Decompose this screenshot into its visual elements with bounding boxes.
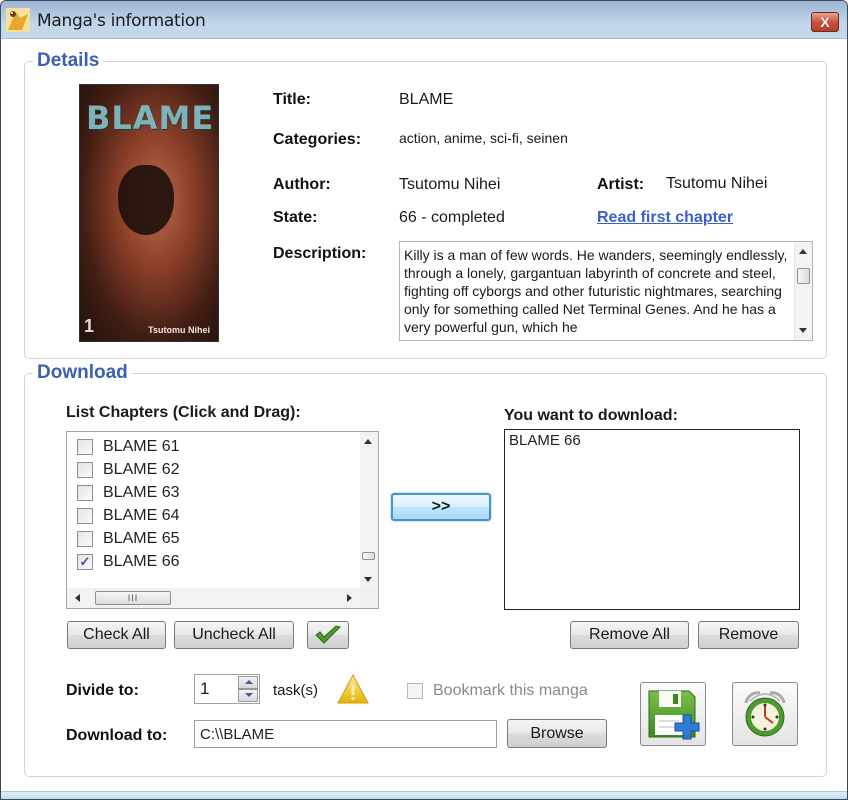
remove-all-button[interactable]: Remove All	[570, 621, 689, 649]
description-text: Killy is a man of few words. He wanders,…	[404, 247, 788, 335]
download-to-label: Download to:	[66, 727, 168, 744]
chapters-horizontal-scrollbar[interactable]: III	[67, 588, 360, 608]
chapter-checkbox-checked[interactable]: ✓	[77, 554, 93, 570]
chapter-checkbox[interactable]	[77, 508, 93, 524]
spin-down-button[interactable]	[238, 689, 258, 702]
save-download-button[interactable]	[640, 682, 706, 746]
cover-title-art: BLAME!	[86, 99, 219, 137]
scroll-right-icon[interactable]	[347, 594, 352, 602]
close-button[interactable]: X	[811, 12, 839, 32]
divide-tasks-spinner[interactable]: 1	[194, 674, 260, 704]
chapter-item[interactable]: BLAME 65	[77, 528, 179, 550]
bookmark-label: Bookmark this manga	[433, 682, 588, 699]
chapter-label: BLAME 64	[103, 507, 180, 524]
scroll-thumb-horizontal[interactable]: III	[95, 591, 171, 605]
add-to-download-button[interactable]: >>	[391, 493, 491, 521]
uncheck-all-button[interactable]: Uncheck All	[174, 621, 294, 649]
chapters-checklist[interactable]: BLAME 61 BLAME 62 BLAME 63 BLAME 64 BLAM…	[66, 431, 379, 609]
queue-item[interactable]: BLAME 66	[509, 432, 581, 449]
scroll-up-icon[interactable]	[364, 439, 372, 444]
chapter-label: BLAME 61	[103, 438, 180, 455]
description-textbox[interactable]: Killy is a man of few words. He wanders,…	[399, 241, 813, 341]
details-group-title: Details	[33, 50, 104, 72]
manga-info-window: Manga's information X Details BLAME! 1 T…	[0, 0, 848, 800]
scroll-thumb[interactable]	[362, 552, 375, 560]
chapter-item[interactable]: BLAME 61	[77, 436, 179, 458]
title-bar: Manga's information X	[1, 1, 847, 39]
schedule-download-button[interactable]	[732, 682, 798, 746]
download-queue-list[interactable]: BLAME 66	[504, 429, 800, 610]
author-value: Tsutomu Nihei	[399, 176, 501, 193]
description-scrollbar[interactable]	[794, 242, 812, 340]
scroll-up-icon[interactable]	[799, 249, 807, 254]
cover-author: Tsutomu Nihei	[148, 325, 210, 335]
chapter-item[interactable]: BLAME 63	[77, 482, 179, 504]
list-chapters-label: List Chapters (Click and Drag):	[66, 404, 301, 421]
chapter-label: BLAME 65	[103, 530, 180, 547]
app-icon	[6, 8, 30, 32]
remove-button[interactable]: Remove	[698, 621, 799, 649]
checkmark-icon: ✓	[79, 554, 91, 569]
download-path-input[interactable]	[194, 720, 497, 748]
categories-value: action, anime, sci-fi, seinen	[399, 130, 568, 146]
download-group-title: Download	[33, 362, 132, 384]
state-label: State:	[273, 209, 318, 226]
cover-volume: 1	[84, 316, 95, 336]
artist-value: Tsutomu Nihei	[666, 175, 768, 192]
title-label: Title:	[273, 91, 311, 108]
warning-icon	[337, 673, 369, 704]
chapter-item[interactable]: ✓ BLAME 66	[77, 551, 179, 573]
arrow-up-icon	[245, 680, 253, 684]
scroll-down-icon[interactable]	[364, 577, 372, 582]
chapter-item[interactable]: BLAME 62	[77, 459, 179, 481]
scroll-thumb[interactable]	[797, 268, 810, 284]
chapter-checkbox[interactable]	[77, 485, 93, 501]
chapter-checkbox[interactable]	[77, 462, 93, 478]
browse-button[interactable]: Browse	[507, 719, 607, 748]
floppy-add-icon	[648, 690, 700, 740]
bookmark-checkbox[interactable]: Bookmark this manga	[407, 682, 588, 700]
author-label: Author:	[273, 176, 331, 193]
read-first-chapter-link[interactable]: Read first chapter	[597, 209, 733, 227]
chapter-checkbox[interactable]	[77, 439, 93, 455]
title-value: BLAME	[399, 91, 454, 108]
close-icon: X	[820, 14, 830, 30]
arrow-down-icon	[245, 693, 253, 697]
chapter-item[interactable]: BLAME 64	[77, 505, 179, 527]
chapters-vertical-scrollbar[interactable]	[360, 432, 378, 589]
want-to-download-label: You want to download:	[504, 407, 678, 424]
chapter-checkbox[interactable]	[77, 531, 93, 547]
scrollbar-corner	[360, 588, 378, 608]
window-title: Manga's information	[37, 11, 206, 31]
artist-label: Artist:	[597, 176, 645, 193]
alarm-clock-icon	[744, 691, 786, 737]
tasks-label: task(s)	[273, 682, 318, 699]
description-label: Description:	[273, 245, 367, 262]
cover-figure	[118, 165, 174, 235]
spin-up-button[interactable]	[238, 676, 258, 689]
chapter-label: BLAME 62	[103, 461, 180, 478]
scroll-left-icon[interactable]	[75, 594, 80, 602]
manga-cover-image: BLAME! 1 Tsutomu Nihei	[79, 84, 219, 342]
categories-label: Categories:	[273, 131, 362, 148]
divide-tasks-value[interactable]: 1	[200, 679, 209, 699]
confirm-check-button[interactable]	[307, 621, 349, 649]
chapter-label: BLAME 63	[103, 484, 180, 501]
state-value: 66 - completed	[399, 209, 505, 226]
divide-to-label: Divide to:	[66, 682, 139, 699]
scroll-down-icon[interactable]	[799, 328, 807, 333]
chapter-label: BLAME 66	[103, 553, 180, 570]
checkmark-icon	[315, 625, 341, 644]
window-bottom-border	[1, 791, 847, 799]
bookmark-checkbox-box[interactable]	[407, 683, 423, 699]
check-all-button[interactable]: Check All	[67, 621, 166, 649]
